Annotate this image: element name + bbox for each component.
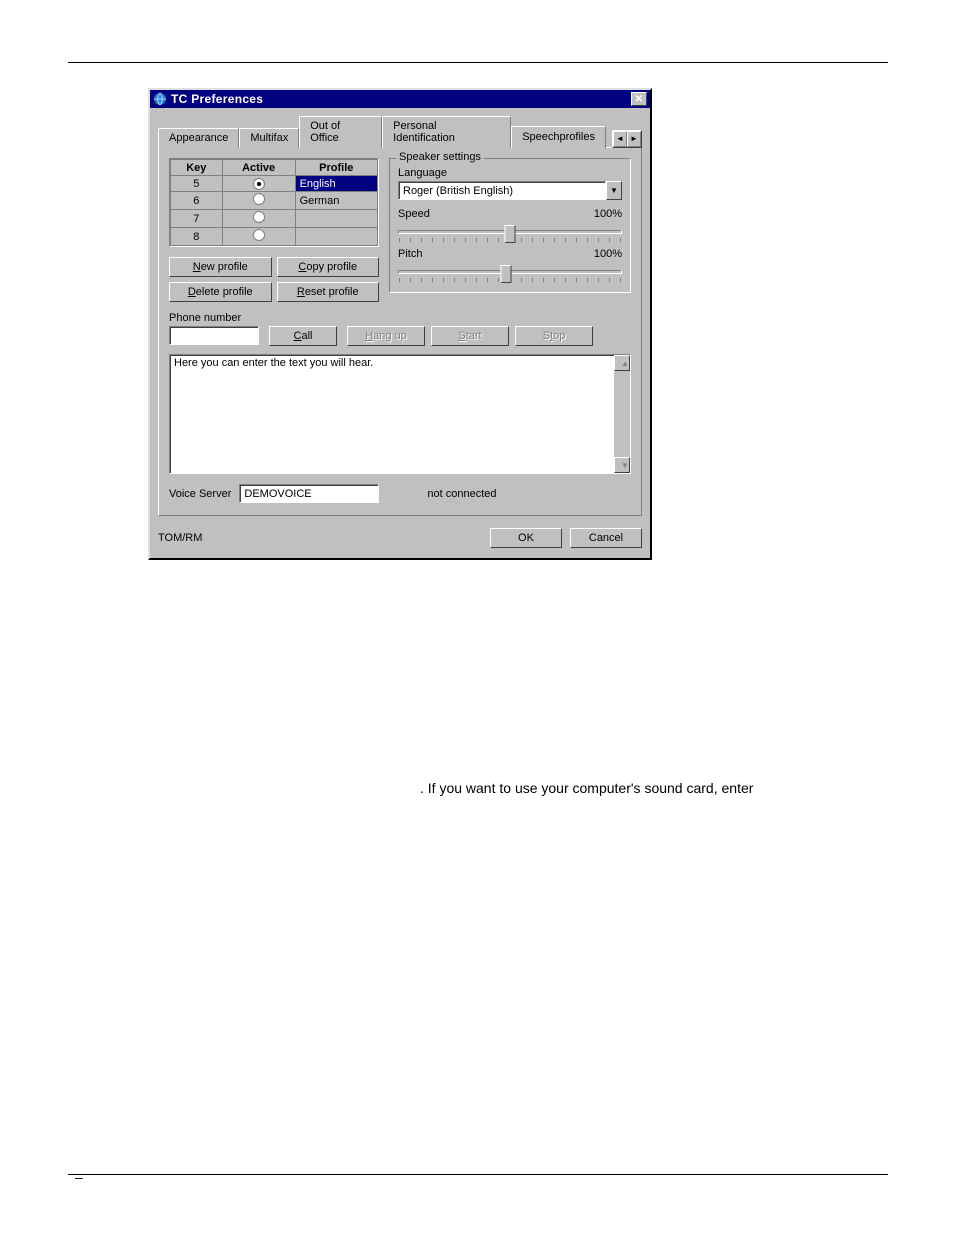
slider-thumb[interactable] [500, 265, 511, 283]
speed-label: Speed [398, 208, 430, 220]
language-value: Roger (British English) [398, 181, 606, 200]
scrollbar[interactable]: ▲ ▼ [614, 355, 630, 473]
cell-active[interactable] [222, 228, 295, 246]
cell-key: 6 [171, 192, 223, 210]
speed-percent: 100% [594, 208, 622, 220]
speech-text-value[interactable]: Here you can enter the text you will hea… [170, 355, 614, 473]
header-rule [68, 62, 888, 63]
hangup-button[interactable]: Hang up [347, 326, 425, 346]
tc-preferences-dialog: TC Preferences ✕ Appearance Multifax Out… [148, 88, 652, 560]
tab-personal-identification[interactable]: Personal Identification [382, 116, 511, 148]
btn-label: Cancel [589, 532, 623, 544]
close-icon[interactable]: ✕ [631, 92, 647, 106]
window-title: TC Preferences [171, 92, 631, 106]
chevron-down-icon[interactable]: ▼ [606, 181, 622, 200]
tab-label: Personal Identification [393, 120, 455, 144]
cell-profile: English [295, 176, 377, 192]
cell-profile [295, 228, 377, 246]
voice-server-value[interactable]: DEMOVOICE [239, 484, 379, 503]
cell-profile [295, 210, 377, 228]
cell-key: 8 [171, 228, 223, 246]
stop-button[interactable]: Stop [515, 326, 593, 346]
footer-dash: – [75, 1169, 83, 1185]
profile-table: Key Active Profile 5 Englis [169, 158, 379, 247]
radio-icon[interactable] [253, 229, 265, 241]
copy-profile-button[interactable]: Copy profile [277, 257, 380, 277]
body-text-fragment: . If you want to use your computer's sou… [420, 780, 753, 796]
cell-active[interactable] [222, 210, 295, 228]
delete-profile-button[interactable]: Delete profile [169, 282, 272, 302]
tab-appearance[interactable]: Appearance [158, 128, 239, 148]
cell-profile: German [295, 192, 377, 210]
tab-label: Appearance [169, 132, 228, 144]
tab-scroll: ◄ ► [612, 130, 642, 148]
scroll-up-icon[interactable]: ▲ [614, 355, 630, 371]
language-combo[interactable]: Roger (British English) ▼ [398, 181, 622, 200]
slider-thumb[interactable] [505, 225, 516, 243]
speechprofiles-panel: Key Active Profile 5 Englis [158, 147, 642, 516]
cell-key: 7 [171, 210, 223, 228]
col-profile: Profile [295, 160, 377, 176]
radio-icon[interactable] [253, 211, 265, 223]
language-label: Language [398, 167, 622, 179]
speed-slider[interactable] [398, 230, 622, 234]
voice-server-label: Voice Server [169, 488, 231, 500]
tab-label: Out of Office [310, 120, 340, 144]
tab-speechprofiles[interactable]: Speechprofiles [511, 126, 606, 149]
speaker-settings-group: Speaker settings Language Roger (British… [389, 158, 631, 293]
tab-scroll-right-icon[interactable]: ► [627, 131, 641, 147]
pitch-percent: 100% [594, 248, 622, 260]
call-button[interactable]: Call [269, 326, 337, 346]
btn-label-rest: eset profile [305, 286, 359, 298]
phone-label: Phone number [169, 312, 337, 324]
group-legend: Speaker settings [396, 151, 484, 163]
tab-multifax[interactable]: Multifax [239, 128, 299, 148]
cell-active[interactable] [222, 192, 295, 210]
tab-label: Speechprofiles [522, 131, 595, 143]
reset-profile-button[interactable]: Reset profile [277, 282, 380, 302]
col-active: Active [222, 160, 295, 176]
globe-icon [153, 92, 167, 106]
speech-text-area[interactable]: Here you can enter the text you will hea… [169, 354, 631, 474]
table-row[interactable]: 5 English [171, 176, 378, 192]
radio-icon[interactable] [253, 193, 265, 205]
ok-button[interactable]: OK [490, 528, 562, 548]
footer-id: TOM/RM [158, 532, 202, 544]
titlebar: TC Preferences ✕ [150, 90, 650, 108]
table-row[interactable]: 7 [171, 210, 378, 228]
tab-out-of-office[interactable]: Out of Office [299, 116, 382, 148]
tabstrip: Appearance Multifax Out of Office Person… [158, 116, 642, 148]
tab-label: Multifax [250, 132, 288, 144]
pitch-slider[interactable] [398, 270, 622, 274]
btn-label: OK [518, 532, 534, 544]
col-key: Key [171, 160, 223, 176]
cancel-button[interactable]: Cancel [570, 528, 642, 548]
new-profile-button[interactable]: New profile [169, 257, 272, 277]
cell-active[interactable] [222, 176, 295, 192]
voice-server-status: not connected [427, 488, 496, 500]
btn-label-rest: ew profile [201, 261, 248, 273]
scroll-rail[interactable] [614, 371, 630, 457]
btn-label-rest: opy profile [306, 261, 357, 273]
cell-key: 5 [171, 176, 223, 192]
pitch-label: Pitch [398, 248, 422, 260]
btn-label-rest: elete profile [196, 286, 253, 298]
tab-scroll-left-icon[interactable]: ◄ [613, 131, 627, 147]
table-row[interactable]: 6 German [171, 192, 378, 210]
scroll-down-icon[interactable]: ▼ [614, 457, 630, 473]
start-button[interactable]: Start [431, 326, 509, 346]
footer-rule [68, 1174, 888, 1175]
phone-input[interactable] [169, 326, 259, 345]
table-row[interactable]: 8 [171, 228, 378, 246]
radio-icon[interactable] [253, 178, 265, 190]
